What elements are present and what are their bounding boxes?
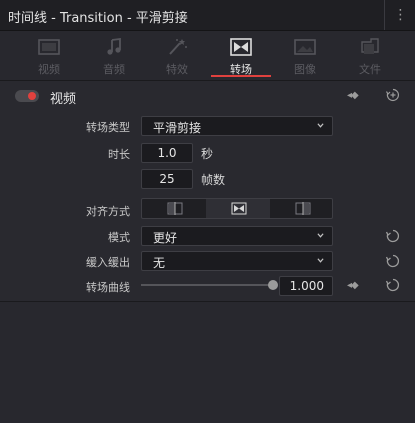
section-title: 视频 [50,92,77,107]
duration-seconds-input[interactable]: 1.0 [141,143,193,163]
duration-label: 时长 [108,148,130,161]
section-enable-toggle[interactable] [15,90,39,102]
mode-label: 模式 [108,231,130,244]
reset-icon[interactable] [386,229,400,243]
curve-value-input[interactable]: 1.000 [279,276,333,296]
chevron-down-icon [317,233,324,238]
transition-icon [230,38,252,56]
ease-dropdown[interactable]: 无 [141,251,333,271]
chevron-down-icon [317,123,324,128]
music-note-icon [107,38,121,55]
duration-frames-input[interactable]: 25 [141,169,193,189]
tab-transition[interactable]: 转场 [211,31,271,79]
file-icon [361,38,379,54]
tab-image[interactable]: 图像 [275,31,335,79]
center-on-edit-icon [231,202,247,215]
transition-type-dropdown[interactable]: 平滑剪接 [141,116,333,136]
tab-audio[interactable]: 音频 [84,31,144,79]
tab-file[interactable]: 文件 [340,31,400,79]
tab-video[interactable]: 视频 [19,31,79,79]
end-on-edit-icon [295,202,311,215]
empty-panel-area [0,302,415,423]
tab-label: 视频 [38,63,60,76]
ease-value: 无 [153,256,166,270]
mode-value: 更好 [153,231,178,245]
alignment-label: 对齐方式 [86,205,130,218]
add-keyframe-icon[interactable] [386,88,400,102]
chevron-down-icon [317,258,324,263]
frames-unit: 帧数 [201,173,226,187]
reset-icon[interactable] [386,254,400,268]
transition-type-value: 平滑剪接 [153,121,202,135]
tab-label: 特效 [166,63,188,76]
curve-slider-handle[interactable] [268,280,278,290]
transition-type-label: 转场类型 [86,121,130,134]
curve-slider-track[interactable] [141,284,275,286]
seconds-unit: 秒 [201,147,214,161]
more-vertical-icon[interactable]: ⋮ [384,0,415,30]
keyframe-nav-icon[interactable]: ◂◆ [347,90,359,101]
align-start-button[interactable] [142,199,206,218]
reset-icon[interactable] [386,278,400,292]
tab-effects[interactable]: 特效 [147,31,207,79]
image-icon [294,39,316,55]
align-end-button[interactable] [270,199,334,218]
toggle-knob [28,92,36,100]
tab-label: 音频 [103,63,125,76]
curve-label: 转场曲线 [86,281,130,294]
inspector-tabs: 视频 音频 特效 转场 图像 文件 [0,31,415,79]
keyframe-nav-icon[interactable]: ◂◆ [347,280,359,291]
ease-label: 缓入缓出 [86,256,130,269]
alignment-segmented-control [141,198,333,219]
start-on-edit-icon [167,202,183,215]
video-icon [38,39,60,55]
active-tab-indicator [211,75,271,77]
tab-label: 文件 [359,63,381,76]
tab-label: 图像 [294,63,316,76]
title-bar: 时间线 - Transition - 平滑剪接 ⋮ [0,0,415,31]
mode-dropdown[interactable]: 更好 [141,226,333,246]
window-title: 时间线 - Transition - 平滑剪接 [8,11,188,26]
magic-wand-icon [169,39,187,55]
align-center-button[interactable] [206,199,270,218]
